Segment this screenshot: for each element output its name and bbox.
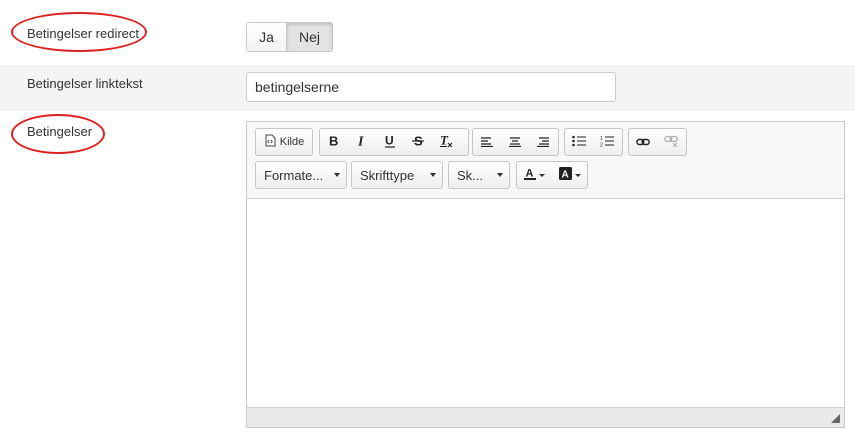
redirect-row: Betingelser redirect Ja Nej bbox=[0, 0, 855, 65]
svg-text:I: I bbox=[357, 135, 364, 148]
align-left-icon bbox=[481, 135, 493, 150]
source-label: Kilde bbox=[279, 136, 305, 148]
link-button[interactable] bbox=[629, 129, 657, 155]
chevron-down-icon bbox=[430, 173, 436, 177]
bulleted-list-icon bbox=[572, 135, 586, 150]
bold-icon: B bbox=[328, 134, 340, 150]
svg-text:A: A bbox=[526, 168, 534, 180]
source-button[interactable]: Kilde bbox=[256, 129, 312, 155]
linktext-input[interactable] bbox=[246, 72, 616, 102]
background-color-button[interactable]: A bbox=[552, 162, 587, 188]
align-left-button[interactable] bbox=[473, 129, 501, 155]
svg-text:2: 2 bbox=[600, 142, 603, 147]
italic-icon: I bbox=[356, 134, 368, 150]
chevron-down-icon bbox=[497, 173, 503, 177]
size-dropdown-label: Sk... bbox=[457, 167, 484, 183]
svg-text:U: U bbox=[385, 134, 394, 148]
remove-format-icon: T bbox=[439, 132, 453, 151]
background-color-icon: A bbox=[558, 167, 572, 183]
redirect-toggle: Ja Nej bbox=[246, 22, 333, 52]
svg-text:A: A bbox=[561, 170, 568, 181]
align-right-button[interactable] bbox=[529, 129, 557, 155]
source-icon bbox=[264, 134, 276, 150]
resize-handle-icon[interactable] bbox=[831, 414, 840, 423]
align-right-icon bbox=[537, 135, 549, 150]
alignment-group bbox=[472, 128, 559, 156]
text-color-icon: A bbox=[524, 167, 536, 183]
font-dropdown[interactable]: Skrifttype bbox=[351, 161, 443, 189]
terms-row: Betingelser Kilde B I U T 1 2 Formate...… bbox=[0, 111, 855, 432]
source-group: Kilde bbox=[255, 128, 313, 156]
redirect-label: Betingelser redirect bbox=[27, 26, 139, 41]
strikethrough-icon: S bbox=[412, 134, 424, 150]
remove-format-button[interactable]: T bbox=[432, 129, 460, 155]
color-group: A A bbox=[516, 161, 588, 189]
strikethrough-button[interactable]: S bbox=[404, 129, 432, 155]
text-format-group: B I U S T bbox=[319, 128, 469, 156]
chevron-down-icon bbox=[574, 173, 581, 177]
text-color-button[interactable]: A bbox=[517, 162, 552, 188]
underline-icon: U bbox=[384, 133, 396, 151]
terms-label: Betingelser bbox=[27, 124, 93, 139]
unlink-icon bbox=[664, 135, 678, 150]
editor-content-area[interactable] bbox=[247, 200, 844, 407]
bold-button[interactable]: B bbox=[320, 129, 348, 155]
link-icon bbox=[636, 135, 650, 150]
unlink-button[interactable] bbox=[657, 129, 685, 155]
italic-button[interactable]: I bbox=[348, 129, 376, 155]
svg-text:T: T bbox=[440, 134, 449, 148]
size-dropdown[interactable]: Sk... bbox=[448, 161, 510, 189]
editor-statusbar bbox=[247, 407, 844, 427]
list-group: 12 bbox=[564, 128, 623, 156]
align-center-icon bbox=[509, 135, 521, 150]
svg-text:B: B bbox=[329, 134, 338, 147]
format-dropdown[interactable]: Formate... bbox=[255, 161, 347, 189]
toggle-ja-button[interactable]: Ja bbox=[247, 23, 287, 51]
align-center-button[interactable] bbox=[501, 129, 529, 155]
linktext-label: Betingelser linktekst bbox=[27, 76, 143, 91]
underline-button[interactable]: U bbox=[376, 129, 404, 155]
svg-text:1: 1 bbox=[600, 136, 603, 142]
linktext-row: Betingelser linktekst bbox=[0, 65, 855, 111]
font-dropdown-label: Skrifttype bbox=[360, 167, 415, 183]
bulleted-list-button[interactable] bbox=[565, 129, 593, 155]
editor-toolbar: Kilde B I U S T bbox=[247, 122, 844, 199]
toggle-nej-button[interactable]: Nej bbox=[287, 23, 332, 51]
chevron-down-icon bbox=[539, 173, 545, 177]
rich-text-editor: Kilde B I U S T bbox=[246, 121, 845, 428]
numbered-list-icon: 12 bbox=[600, 135, 614, 150]
format-dropdown-label: Formate... bbox=[264, 167, 324, 183]
link-group bbox=[628, 128, 687, 156]
numbered-list-button[interactable]: 12 bbox=[593, 129, 621, 155]
chevron-down-icon bbox=[334, 173, 340, 177]
